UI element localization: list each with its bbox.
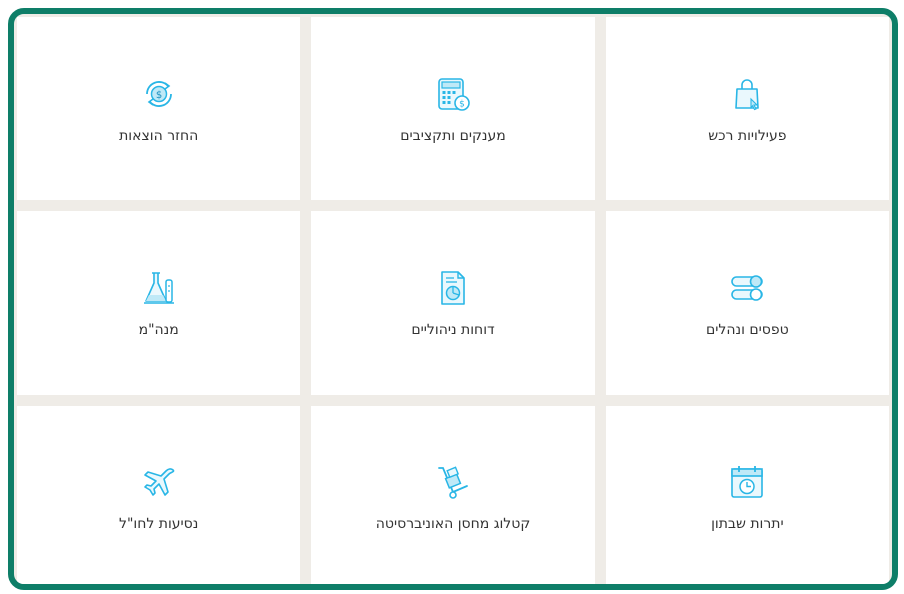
tile-label: דוחות ניהוליים [411, 321, 495, 338]
tile-sabbatical-balances[interactable]: יתרות שבתון [605, 405, 889, 584]
services-panel: פעילויות רכש $ מענקים ותקציבים $ החזר הו… [8, 8, 898, 590]
shopping-bag-icon [727, 74, 767, 114]
tile-procurement[interactable]: פעילויות רכש [605, 17, 889, 201]
tile-label: קטלוג מחסן האוניברסיטה [375, 516, 531, 533]
tile-label: יתרות שבתון [711, 516, 784, 533]
tile-management-reports[interactable]: דוחות ניהוליים [311, 211, 595, 395]
lab-flask-icon [139, 268, 179, 308]
toggle-switches-icon [727, 268, 767, 308]
tile-label: נסיעות לחו"ל [118, 516, 199, 533]
dollar-refresh-icon: $ [139, 74, 179, 114]
tile-label: מענקים ותקציבים [400, 127, 506, 144]
report-document-icon [433, 268, 473, 308]
calendar-clock-icon [727, 462, 767, 502]
tile-forms-procedures[interactable]: טפסים ונהלים [605, 211, 889, 395]
tile-label: מנה"מ [138, 321, 179, 338]
tile-label: טפסים ונהלים [705, 321, 789, 338]
svg-text:$: $ [155, 90, 161, 101]
tile-grants-budgets[interactable]: $ מענקים ותקציבים [311, 17, 595, 201]
tile-label: פעילויות רכש [708, 127, 787, 144]
hand-truck-icon [433, 462, 473, 502]
tile-travel-abroad[interactable]: נסיעות לחו"ל [17, 405, 301, 584]
svg-text:$: $ [459, 99, 465, 109]
tile-label: החזר הוצאות [119, 127, 199, 144]
tile-manahm[interactable]: מנה"מ [17, 211, 301, 395]
airplane-icon [139, 462, 179, 502]
tile-warehouse-catalog[interactable]: קטלוג מחסן האוניברסיטה [311, 405, 595, 584]
services-grid: פעילויות רכש $ מענקים ותקציבים $ החזר הו… [17, 17, 889, 584]
tile-expense-refund[interactable]: $ החזר הוצאות [17, 17, 301, 201]
calculator-dollar-icon: $ [433, 74, 473, 114]
